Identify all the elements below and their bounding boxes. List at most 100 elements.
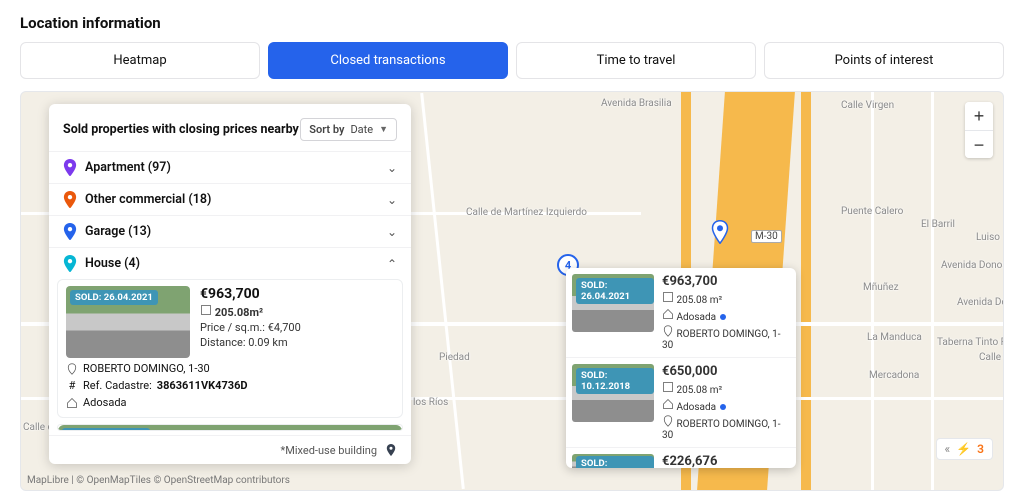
attribution-osm[interactable]: © OpenStreetMap contributors	[153, 475, 289, 486]
popup-address: ROBERTO DOMINGO, 1-30	[662, 325, 790, 351]
street-label: Luiso	[976, 232, 1000, 243]
category-garage[interactable]: Garage (13) ⌄	[49, 215, 411, 247]
tab-closed-transactions[interactable]: Closed transactions	[268, 42, 508, 79]
listing-card[interactable]: SOLD: 10.12.2018	[57, 424, 403, 431]
pin-icon	[662, 415, 674, 427]
attribution-maplibre[interactable]: MapLibre	[27, 475, 69, 486]
street-label: Mercadona	[869, 370, 919, 381]
tab-points-of-interest[interactable]: Points of interest	[764, 42, 1004, 79]
popup-card[interactable]: SOLD: 26.04.2021 €963,700 205.08 m² Ados…	[566, 268, 796, 358]
popup-subtype: Adosada	[662, 308, 790, 323]
street-label: Calle Virgen	[841, 100, 894, 111]
street-label: los Ríos	[413, 397, 448, 408]
category-label: House (4)	[85, 256, 379, 271]
listings-container: SOLD: 26.04.2021 €963,700 205.08m² Price…	[49, 279, 411, 435]
zoom-controls: + −	[965, 102, 993, 158]
pin-icon	[63, 161, 77, 175]
chevron-down-icon: ⌄	[387, 225, 397, 239]
attribution-openmaptiles[interactable]: © OpenMapTiles	[76, 475, 151, 486]
chevron-down-icon: ⌄	[387, 161, 397, 175]
popup-price: €963,700	[662, 274, 790, 289]
listing-area: 205.08m²	[200, 304, 301, 319]
listing-distance: Distance: 0.09 km	[200, 336, 301, 349]
category-label: Garage (13)	[85, 224, 379, 239]
bolt-icon: ⚡	[956, 442, 971, 456]
popup-thumbnail: SOLD: 26.04.2021	[572, 274, 654, 332]
popup-card[interactable]: SOLD: 29.10.2018 €226,676	[566, 448, 796, 468]
sold-badge: SOLD: 10.12.2018	[576, 368, 654, 394]
street-label: Avenida Donostiarra	[957, 297, 1004, 308]
pin-icon	[66, 363, 78, 375]
area-icon	[662, 291, 674, 303]
sort-value: Date	[350, 123, 373, 136]
popup-thumbnail: SOLD: 29.10.2018	[572, 454, 654, 468]
map-attribution: MapLibre | © OpenMapTiles © OpenStreetMa…	[27, 475, 290, 486]
popup-area: 205.08 m²	[662, 291, 790, 306]
sold-badge: SOLD: 10.12.2018	[62, 428, 150, 431]
popup-price: €226,676	[662, 454, 717, 468]
hash-icon: #	[66, 380, 78, 392]
panel-footer: *Mixed-use building	[49, 435, 411, 464]
listing-thumbnail: SOLD: 10.12.2018	[58, 425, 402, 431]
street-label: Puente Calero	[841, 206, 903, 217]
panel-title: Sold properties with closing prices near…	[63, 122, 299, 137]
listing-subtype: Adosada	[66, 396, 394, 409]
listing-card[interactable]: SOLD: 26.04.2021 €963,700 205.08m² Price…	[57, 279, 403, 418]
listing-thumbnail: SOLD: 26.04.2021	[66, 286, 190, 358]
sort-label: Sort by	[309, 123, 344, 136]
chevron-up-icon: ⌃	[387, 257, 397, 271]
popup-address: ROBERTO DOMINGO, 1-30	[662, 415, 790, 441]
map-popup: SOLD: 26.04.2021 €963,700 205.08 m² Ados…	[566, 268, 796, 468]
street-label: Calle de la Virgen de la	[979, 352, 1004, 363]
category-apartment[interactable]: Apartment (97) ⌄	[49, 151, 411, 183]
pin-icon	[711, 220, 729, 244]
street-label: Mñuñez	[863, 282, 899, 293]
tab-heatmap[interactable]: Heatmap	[20, 42, 260, 79]
tab-time-to-travel[interactable]: Time to travel	[516, 42, 756, 79]
popup-area: 205.08 m²	[662, 381, 790, 396]
page-title: Location information	[0, 0, 1024, 42]
pin-icon	[383, 442, 399, 458]
category-label: Apartment (97)	[85, 160, 379, 175]
pin-icon	[662, 325, 674, 337]
sold-badge: SOLD: 29.10.2018	[576, 456, 654, 468]
sold-badge: SOLD: 26.04.2021	[70, 290, 158, 305]
street-label: Piedad	[439, 352, 470, 363]
street-label: El Barril	[921, 219, 955, 230]
results-panel: Sold properties with closing prices near…	[49, 104, 411, 464]
area-icon	[200, 304, 212, 316]
street-label: Avenida Brasilia	[601, 98, 672, 109]
listing-address: ROBERTO DOMINGO, 1-30	[66, 362, 394, 375]
road-badge-m30: M-30	[751, 230, 782, 243]
tabs-row: Heatmap Closed transactions Time to trav…	[0, 42, 1024, 91]
zoom-out-button[interactable]: −	[965, 130, 993, 158]
home-icon	[66, 397, 78, 409]
pin-icon	[63, 257, 77, 271]
pin-icon	[63, 193, 77, 207]
category-label: Other commercial (18)	[85, 192, 379, 207]
category-list: Apartment (97) ⌄ Other commercial (18) ⌄…	[49, 151, 411, 279]
sold-badge: SOLD: 26.04.2021	[576, 278, 654, 304]
sort-dropdown[interactable]: Sort by Date ▼	[300, 118, 397, 141]
map-overlay-counter[interactable]: « ⚡ 3	[936, 438, 993, 460]
category-other-commercial[interactable]: Other commercial (18) ⌄	[49, 183, 411, 215]
popup-thumbnail: SOLD: 10.12.2018	[572, 364, 654, 422]
popup-price: €650,000	[662, 364, 790, 379]
street-label: La Manduca	[867, 332, 922, 343]
map-pin[interactable]	[711, 220, 729, 244]
pin-icon	[63, 225, 77, 239]
area-icon	[662, 381, 674, 393]
street-label: Taberna Tinto Fino	[937, 337, 1004, 348]
popup-card[interactable]: SOLD: 10.12.2018 €650,000 205.08 m² Ados…	[566, 358, 796, 448]
home-icon	[662, 308, 674, 320]
zoom-in-button[interactable]: +	[965, 102, 993, 130]
chevron-down-icon: ⌄	[387, 193, 397, 207]
listing-ppsqm: Price / sq.m.: €4,700	[200, 321, 301, 334]
home-icon	[662, 398, 674, 410]
chevron-left-icon: «	[945, 442, 951, 456]
counter-value: 3	[977, 442, 984, 456]
category-house[interactable]: House (4) ⌃	[49, 247, 411, 279]
caret-down-icon: ▼	[379, 124, 388, 135]
street-label: Avenida Donostiarra	[941, 260, 1004, 271]
map-container[interactable]: Calle de Martínez IzquierdoCalle de la V…	[20, 91, 1004, 491]
